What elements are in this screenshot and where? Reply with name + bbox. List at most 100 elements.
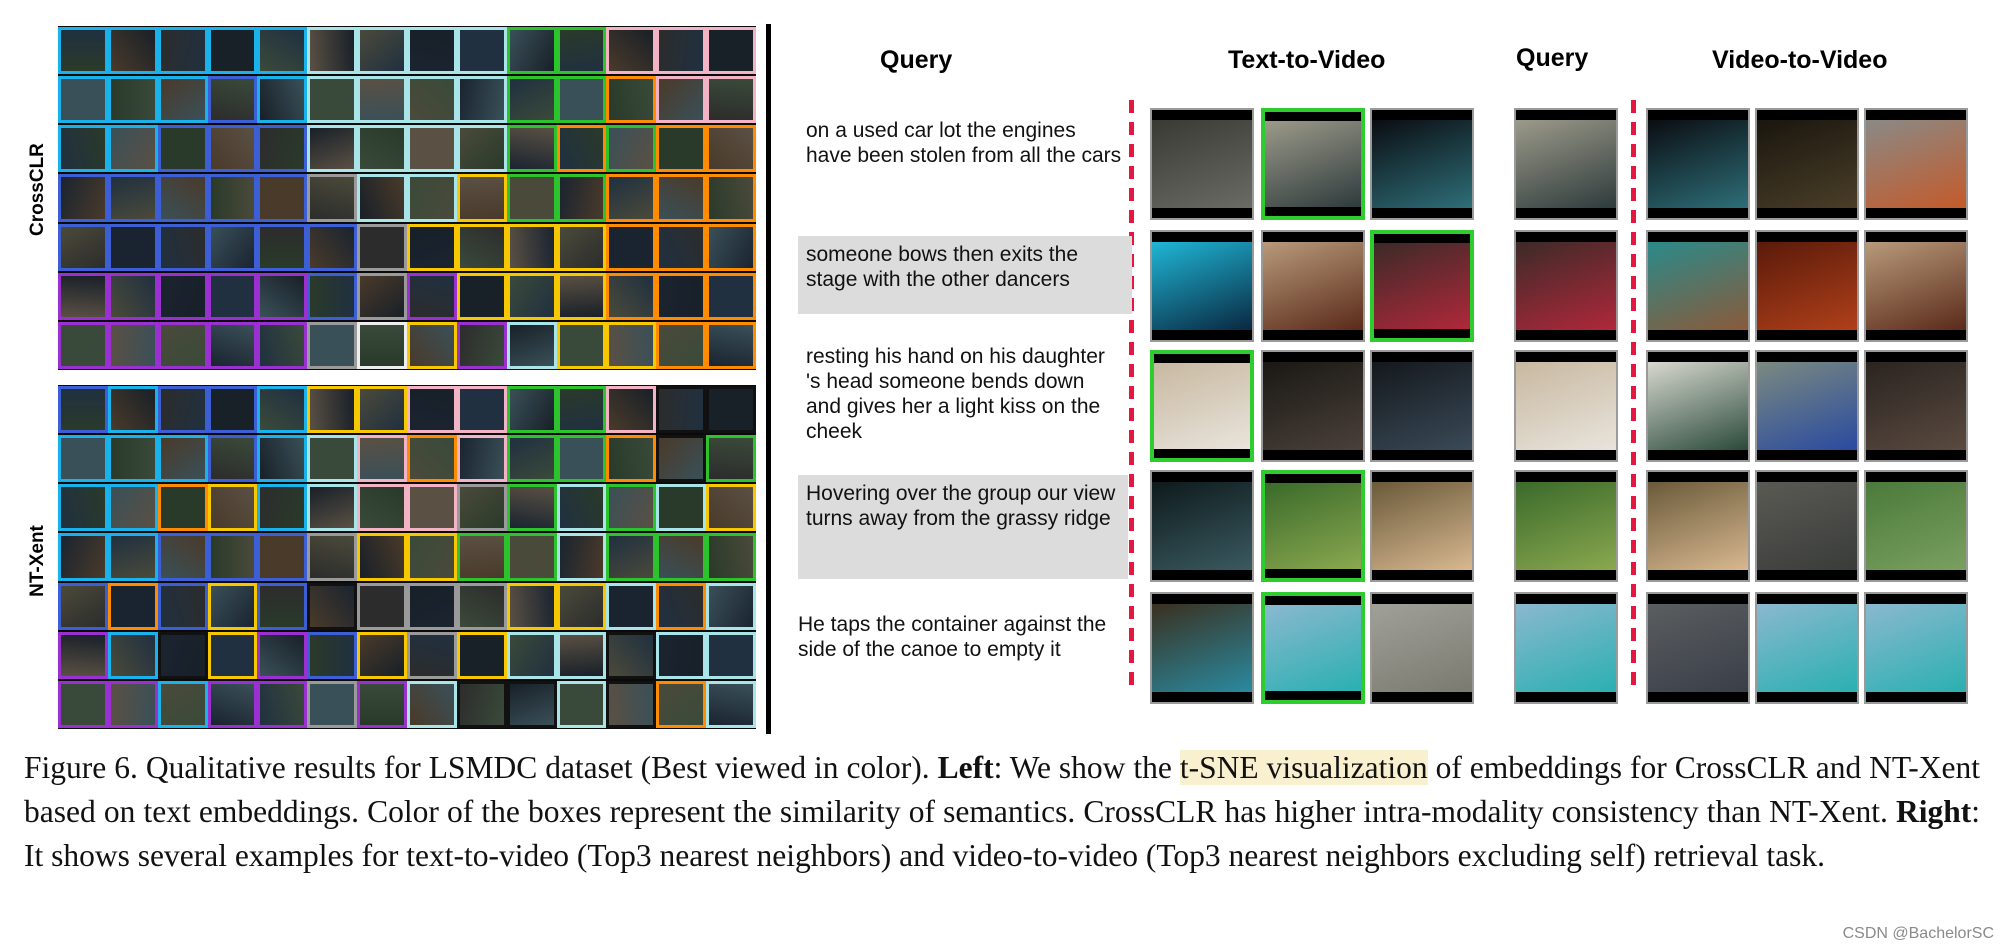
video-frame-thumbnail	[260, 487, 305, 529]
tsne-thumbnail	[407, 321, 457, 369]
t2v-result	[1150, 592, 1254, 704]
tsne-grid-cells	[58, 385, 756, 729]
t2v-result-correct	[1370, 230, 1474, 342]
video-frame-thumbnail	[709, 275, 753, 317]
video-frame-thumbnail	[410, 275, 454, 317]
video-frame-thumbnail	[260, 128, 305, 170]
video-frame-thumbnail	[110, 585, 155, 627]
video-frame-thumbnail	[509, 389, 554, 431]
video-frame-thumbnail	[609, 634, 654, 676]
video-frame-thumbnail	[360, 487, 404, 529]
video-frame-thumbnail	[310, 634, 355, 676]
tsne-thumbnail	[307, 386, 358, 434]
video-frame-thumbnail	[110, 634, 155, 676]
video-frame-thumbnail	[410, 438, 454, 480]
video-frame-thumbnail	[360, 177, 404, 219]
video-frame-thumbnail	[310, 177, 355, 219]
video-frame-thumbnail	[509, 683, 554, 725]
tsne-thumbnail	[357, 272, 407, 320]
tsne-thumbnail	[556, 435, 607, 483]
tsne-thumbnail	[58, 484, 108, 532]
tsne-thumbnail	[706, 582, 756, 630]
video-frame-thumbnail	[609, 177, 654, 219]
video-frame-thumbnail	[160, 683, 205, 725]
video-frame-image	[1152, 119, 1252, 209]
tsne-thumbnail	[706, 484, 756, 532]
video-frame-thumbnail	[410, 226, 454, 268]
v2v-result	[1646, 108, 1750, 220]
video-frame-thumbnail	[61, 487, 105, 529]
tsne-thumbnail	[656, 272, 707, 320]
v2v-result	[1864, 108, 1968, 220]
tsne-thumbnail	[257, 631, 308, 679]
video-frame-thumbnail	[61, 389, 105, 431]
tsne-thumbnail	[357, 533, 407, 581]
video-frame-thumbnail	[160, 275, 205, 317]
tsne-thumbnail	[357, 386, 407, 434]
video-frame-image	[1516, 119, 1616, 209]
tsne-thumbnail	[407, 386, 457, 434]
tsne-thumbnail	[107, 27, 158, 75]
tsne-thumbnail	[656, 386, 707, 434]
tsne-thumbnail	[706, 223, 756, 271]
tsne-thumbnail	[307, 27, 358, 75]
tsne-thumbnail	[606, 321, 657, 369]
video-frame-thumbnail	[360, 536, 404, 578]
video-frame-thumbnail	[459, 438, 504, 480]
video-frame-thumbnail	[160, 438, 205, 480]
video-frame-thumbnail	[609, 438, 654, 480]
video-frame-thumbnail	[160, 324, 205, 366]
video-frame-image	[1866, 361, 1966, 451]
video-frame-thumbnail	[110, 438, 155, 480]
video-frame-thumbnail	[210, 487, 255, 529]
video-frame-thumbnail	[459, 487, 504, 529]
tsne-thumbnail	[107, 174, 158, 222]
video-frame-thumbnail	[160, 389, 205, 431]
caption-text: : We show the	[993, 750, 1180, 785]
v2v-result	[1755, 108, 1859, 220]
t2v-result-correct	[1150, 350, 1254, 462]
video-frame-thumbnail	[260, 585, 305, 627]
video-frame-thumbnail	[260, 389, 305, 431]
video-frame-image	[1757, 241, 1857, 331]
video-frame-thumbnail	[459, 30, 504, 72]
video-frame-thumbnail	[110, 487, 155, 529]
tsne-thumbnail	[456, 125, 507, 173]
tsne-thumbnail	[157, 321, 208, 369]
video-frame-thumbnail	[709, 226, 753, 268]
tsne-thumbnail	[58, 223, 108, 271]
tsne-thumbnail	[606, 174, 657, 222]
tsne-thumbnail	[656, 631, 707, 679]
tsne-thumbnail	[656, 174, 707, 222]
text-query: someone bows then exits the stage with t…	[798, 236, 1132, 314]
video-frame-thumbnail	[509, 634, 554, 676]
tsne-thumbnail	[656, 125, 707, 173]
video-frame-thumbnail	[260, 324, 305, 366]
video-frame-thumbnail	[609, 226, 654, 268]
tsne-thumbnail	[506, 435, 557, 483]
tsne-thumbnail	[656, 321, 707, 369]
tsne-grid-cells	[58, 26, 756, 370]
tsne-thumbnail	[207, 435, 258, 483]
tsne-thumbnail	[357, 27, 407, 75]
t2v-result	[1150, 230, 1254, 342]
video-frame-thumbnail	[459, 79, 504, 121]
tsne-thumbnail	[706, 631, 756, 679]
video-frame-thumbnail	[360, 438, 404, 480]
tsne-thumbnail	[706, 76, 756, 124]
video-frame-thumbnail	[609, 128, 654, 170]
t2v-result	[1370, 592, 1474, 704]
tsne-thumbnail	[357, 631, 407, 679]
tsne-thumbnail	[157, 223, 208, 271]
t2v-result	[1150, 470, 1254, 582]
video-frame-thumbnail	[210, 536, 255, 578]
video-frame-thumbnail	[61, 128, 105, 170]
video-frame-thumbnail	[709, 585, 753, 627]
tsne-thumbnail	[207, 582, 258, 630]
video-frame-thumbnail	[410, 30, 454, 72]
video-frame-thumbnail	[659, 177, 704, 219]
tsne-thumbnail	[556, 272, 607, 320]
tsne-thumbnail	[157, 631, 208, 679]
video-frame-thumbnail	[659, 30, 704, 72]
tsne-thumbnail	[157, 76, 208, 124]
